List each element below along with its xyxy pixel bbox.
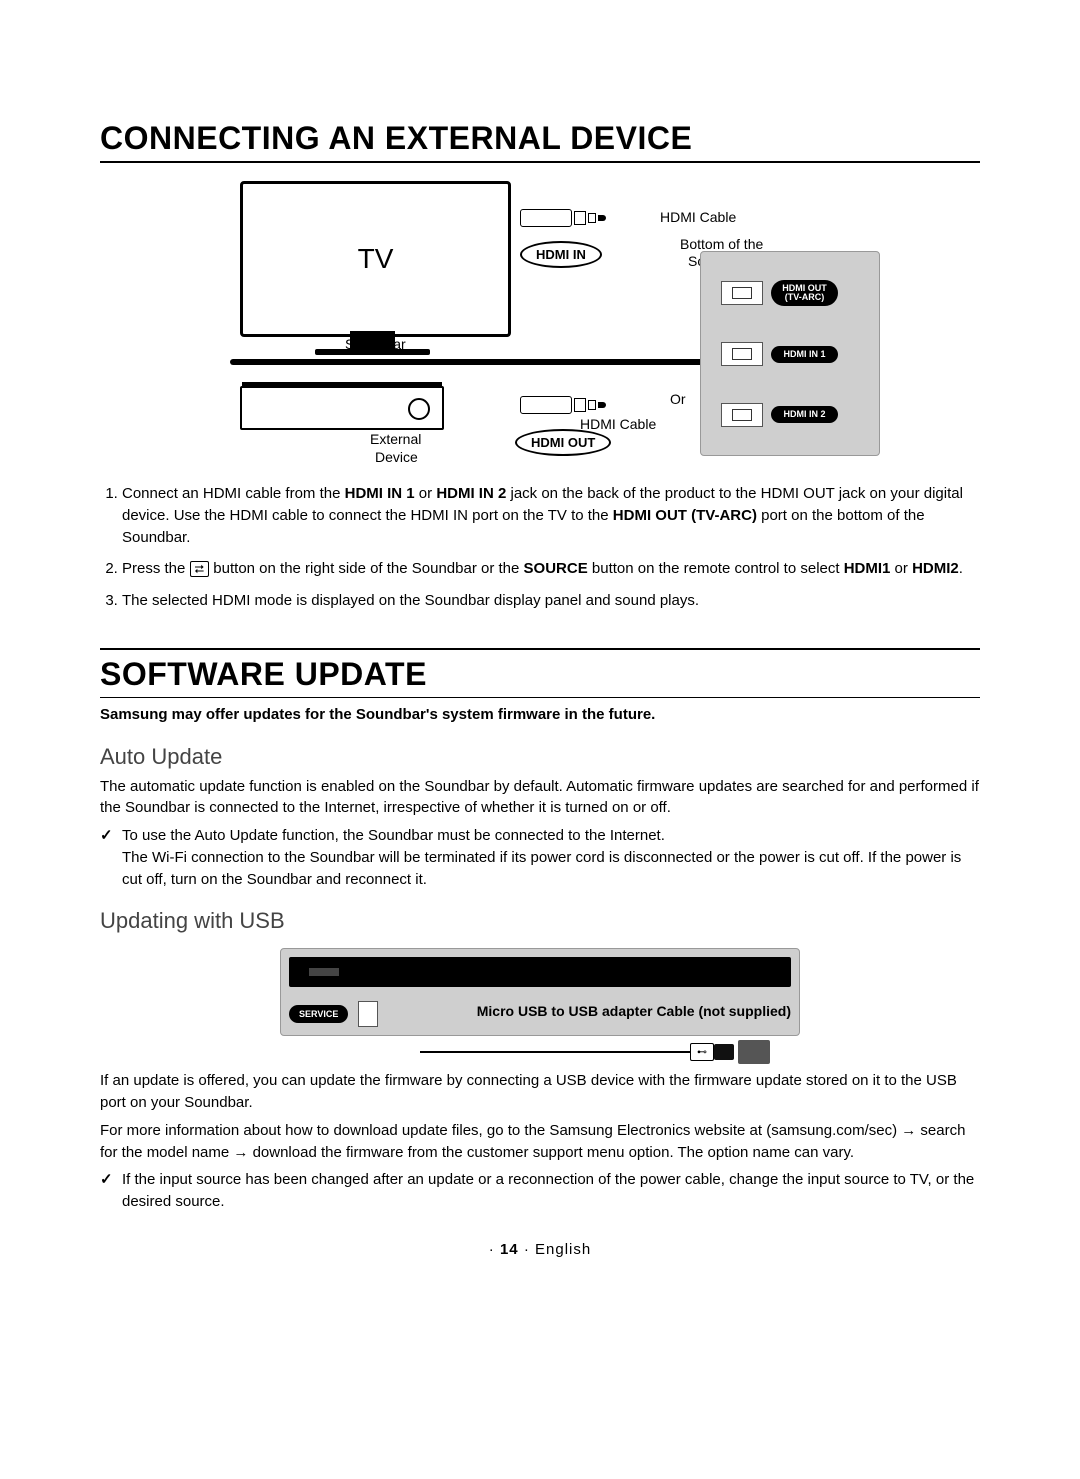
external-device-line1: External bbox=[370, 431, 421, 447]
usb-update-diagram: SERVICE Micro USB to USB adapter Cable (… bbox=[100, 948, 980, 1064]
soundbar-label: Soundbar bbox=[345, 336, 406, 352]
auto-update-note-1: To use the Auto Update function, the Sou… bbox=[122, 825, 980, 890]
hdmi-out-label: HDMI OUT bbox=[515, 429, 611, 456]
usb-icon: ⊷ bbox=[690, 1043, 714, 1061]
diagram-external-device bbox=[240, 386, 444, 430]
tv-label: TV bbox=[358, 243, 394, 275]
auto-update-paragraph: The automatic update function is enabled… bbox=[100, 776, 980, 820]
diagram-soundbar-display bbox=[289, 957, 791, 987]
port-slot-icon bbox=[721, 281, 763, 305]
step-3: The selected HDMI mode is displayed on t… bbox=[122, 590, 980, 612]
step-1: Connect an HDMI cable from the HDMI IN 1… bbox=[122, 483, 980, 548]
arrow-icon: → bbox=[901, 1120, 916, 1142]
source-icon: ⮂ bbox=[190, 561, 210, 577]
hdmi-cable-label-top: HDMI Cable bbox=[660, 209, 736, 225]
external-device-line2: Device bbox=[375, 449, 418, 465]
updating-usb-heading: Updating with USB bbox=[100, 908, 980, 934]
section-title-software-update: SOFTWARE UPDATE bbox=[100, 656, 980, 698]
auto-update-heading: Auto Update bbox=[100, 744, 980, 770]
or-label: Or bbox=[670, 391, 686, 407]
connection-diagram: TV HDMI IN HDMI OUT HDMI Cable Bottom of… bbox=[230, 181, 880, 471]
auto-update-notes: To use the Auto Update function, the Sou… bbox=[100, 825, 980, 890]
usb-update-notes: If the input source has been changed aft… bbox=[100, 1169, 980, 1213]
page-number: 14 bbox=[500, 1241, 519, 1258]
page-footer: · 14 · English bbox=[100, 1241, 980, 1258]
port-label-hdmi-out-tvarc: HDMI OUT (TV-ARC) bbox=[771, 280, 838, 306]
diagram-port-panel: HDMI OUT (TV-ARC) HDMI IN 1 HDMI IN 2 bbox=[700, 251, 880, 456]
step-2: Press the ⮂ button on the right side of … bbox=[122, 558, 980, 580]
software-update-intro: Samsung may offer updates for the Soundb… bbox=[100, 704, 980, 726]
section-title-connecting: CONNECTING AN EXTERNAL DEVICE bbox=[100, 120, 980, 163]
usb-adapter-caption: Micro USB to USB adapter Cable (not supp… bbox=[477, 1003, 791, 1019]
service-port-label: SERVICE bbox=[289, 1005, 348, 1023]
diagram-tv: TV bbox=[240, 181, 511, 337]
port-slot-icon bbox=[721, 342, 763, 366]
usb-update-note-1: If the input source has been changed aft… bbox=[122, 1169, 980, 1213]
port-label-line2: (TV-ARC) bbox=[785, 292, 825, 302]
page-language: English bbox=[535, 1241, 591, 1258]
usb-update-p2: For more information about how to downlo… bbox=[100, 1120, 980, 1164]
bottom-of-soundbar-line1: Bottom of the bbox=[680, 236, 763, 252]
usb-flash-drive-icon bbox=[714, 1040, 770, 1064]
port-label-hdmi-in1: HDMI IN 1 bbox=[771, 346, 838, 363]
hdmi-in-label: HDMI IN bbox=[520, 241, 602, 268]
usb-cable-line bbox=[420, 1051, 690, 1053]
diagram-hdmi-plug-top bbox=[520, 209, 606, 227]
arrow-icon: → bbox=[233, 1142, 248, 1164]
diagram-soundbar-body: SERVICE Micro USB to USB adapter Cable (… bbox=[280, 948, 800, 1036]
diagram-hdmi-plug-bottom bbox=[520, 396, 606, 414]
port-row-hdmi-in1: HDMI IN 1 bbox=[721, 342, 873, 366]
service-port-icon bbox=[358, 1001, 378, 1027]
connection-steps-list: Connect an HDMI cable from the HDMI IN 1… bbox=[100, 483, 980, 612]
port-slot-icon bbox=[721, 403, 763, 427]
port-row-hdmi-in2: HDMI IN 2 bbox=[721, 403, 873, 427]
usb-update-p1: If an update is offered, you can update … bbox=[100, 1070, 980, 1114]
port-row-hdmi-out: HDMI OUT (TV-ARC) bbox=[721, 280, 873, 306]
hdmi-cable-label-bottom: HDMI Cable bbox=[580, 416, 656, 432]
port-label-hdmi-in2: HDMI IN 2 bbox=[771, 406, 838, 423]
